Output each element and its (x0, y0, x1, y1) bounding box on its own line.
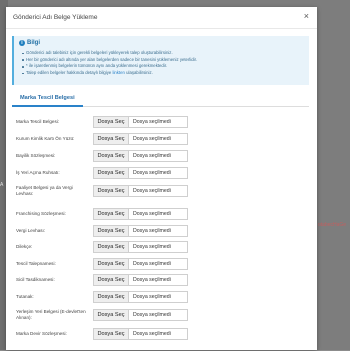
document-label: İş Yeri Açma Ruhsatı: (16, 170, 60, 175)
file-input[interactable]: Dosya Seç Dosya seçilmedi (93, 274, 188, 286)
file-status-text: Dosya seçilmedi (133, 188, 171, 194)
background-text-left: A (0, 182, 4, 188)
info-item: Gönderici adı talebiniz için gerekli bel… (21, 50, 197, 57)
modal-title: Gönderici Adı Belge Yükleme (13, 14, 98, 21)
document-label: Kurum Kimlik Kartı Ön Yüzü: (16, 136, 75, 141)
choose-file-button[interactable]: Dosya Seç (94, 117, 129, 127)
file-status-text: Dosya seçilmedi (133, 170, 171, 176)
file-input[interactable]: Dosya Seç Dosya seçilmedi (93, 258, 188, 270)
file-status-text: Dosya seçilmedi (133, 211, 171, 217)
choose-file-button[interactable]: Dosya Seç (94, 275, 129, 285)
file-input[interactable]: Dosya Seç Dosya seçilmedi (93, 291, 188, 303)
info-link[interactable]: linkten (112, 70, 124, 75)
document-label: Franchising Sözleşmesi: (16, 211, 66, 216)
file-input[interactable]: Dosya Seç Dosya seçilmedi (93, 309, 188, 321)
file-input[interactable]: Dosya Seç Dosya seçilmedi (93, 133, 188, 145)
file-status-text: Dosya seçilmedi (133, 277, 171, 283)
choose-file-button[interactable]: Dosya Seç (94, 242, 129, 252)
info-title: i Bilgi (19, 40, 40, 46)
file-status-text: Dosya seçilmedi (133, 244, 171, 250)
file-status-text: Dosya seçilmedi (133, 261, 171, 267)
document-label: Tutanak: (16, 294, 34, 299)
info-list: Gönderici adı talebiniz için gerekli bel… (21, 50, 198, 77)
info-link-suffix: ulaşabilirsiniz. (126, 70, 153, 76)
file-input[interactable]: Dosya Seç Dosya seçilmedi (93, 208, 188, 220)
choose-file-button[interactable]: Dosya Seç (94, 151, 129, 161)
choose-file-button[interactable]: Dosya Seç (94, 292, 129, 302)
info-icon: i (19, 40, 25, 46)
choose-file-button[interactable]: Dosya Seç (94, 259, 129, 269)
document-label: Dilekçe: (16, 244, 33, 249)
file-status-text: Dosya seçilmedi (133, 153, 171, 159)
info-item-text: Talep edilen belgeler hakkında detaylı b… (26, 70, 112, 76)
file-status-text: Dosya seçilmedi (133, 331, 171, 337)
choose-file-button[interactable]: Dosya Seç (94, 209, 129, 219)
file-status-text: Dosya seçilmedi (133, 228, 171, 234)
choose-file-button[interactable]: Dosya Seç (94, 329, 129, 339)
choose-file-button[interactable]: Dosya Seç (94, 310, 129, 320)
file-input[interactable]: Dosya Seç Dosya seçilmedi (93, 241, 188, 253)
modal-header: Gönderici Adı Belge Yükleme × (6, 7, 317, 29)
choose-file-button[interactable]: Dosya Seç (94, 186, 129, 196)
document-label: Vergi Levhası: (16, 228, 46, 233)
document-label: Tescil Talepnamesi: (16, 261, 56, 266)
file-input[interactable]: Dosya Seç Dosya seçilmedi (93, 225, 188, 237)
file-status-text: Dosya seçilmedi (133, 294, 171, 300)
document-label: Yerleşim Yeri Belgesi (E-devlet'ten Alın… (16, 309, 86, 320)
info-alert: i Bilgi Gönderici adı talebiniz için ger… (12, 36, 309, 85)
document-label: Bayilik Sözleşmesi: (16, 153, 56, 158)
document-label: Sicil Tasdiknamesi: (16, 277, 55, 282)
file-input[interactable]: Dosya Seç Dosya seçilmedi (93, 185, 188, 197)
background-text-right: otabecHaGe (318, 222, 347, 228)
file-input[interactable]: Dosya Seç Dosya seçilmedi (93, 116, 188, 128)
tab-marka-tescil-belgesi[interactable]: Marka Tescil Belgesi (12, 90, 83, 107)
info-item: * ile işaretlenmiş belgelerin tümünün ay… (21, 63, 197, 70)
choose-file-button[interactable]: Dosya Seç (94, 226, 129, 236)
file-status-text: Dosya seçilmedi (133, 136, 171, 142)
tab-bar: Marka Tescil Belgesi (12, 90, 309, 107)
info-item: Her bir gönderici adı altında yer alan b… (21, 56, 198, 62)
info-item-with-link: Talep edilen belgeler hakkında detaylı b… (21, 70, 197, 77)
document-label: Marka Devir Sözleşmesi: (16, 331, 67, 336)
file-input[interactable]: Dosya Seç Dosya seçilmedi (93, 328, 188, 340)
choose-file-button[interactable]: Dosya Seç (94, 168, 129, 178)
document-label: Faaliyet Belgesi ya da Vergi Levhası: (16, 185, 73, 196)
info-title-text: Bilgi (27, 40, 40, 46)
document-label: Marka Tescil Belgesi: (16, 119, 60, 124)
close-button[interactable]: × (304, 12, 309, 21)
upload-modal: Gönderici Adı Belge Yükleme × i Bilgi Gö… (6, 7, 317, 350)
file-input[interactable]: Dosya Seç Dosya seçilmedi (93, 167, 188, 179)
file-status-text: Dosya seçilmedi (133, 119, 171, 125)
choose-file-button[interactable]: Dosya Seç (94, 134, 129, 144)
file-input[interactable]: Dosya Seç Dosya seçilmedi (93, 150, 188, 162)
file-status-text: Dosya seçilmedi (133, 312, 171, 318)
